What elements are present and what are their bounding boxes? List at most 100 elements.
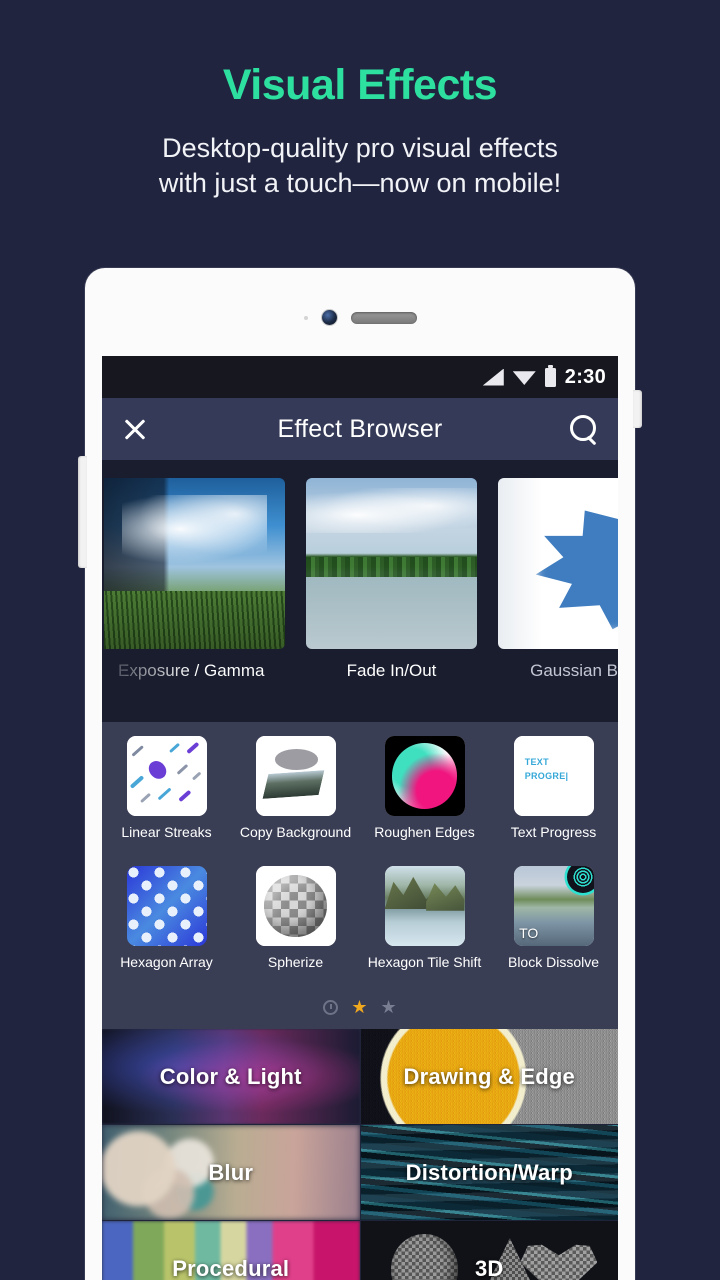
roughen-edges-preview-image bbox=[384, 736, 465, 816]
category-row: Blur Distortion/Warp bbox=[102, 1125, 618, 1221]
carousel-item-label: Fade In/Out bbox=[346, 661, 437, 680]
carousel-thumbnail[interactable] bbox=[306, 478, 477, 649]
effect-item-block-dissolve[interactable]: TO Block Dissolve bbox=[489, 866, 618, 988]
gaussian-blur-preview-image bbox=[498, 478, 618, 649]
preview-text-line-1: TEXT bbox=[524, 757, 549, 767]
paint-ball-icon bbox=[391, 743, 458, 809]
phone-screen: 2:30 Effect Browser Exposure / Gamma Fad… bbox=[102, 356, 618, 1280]
effect-thumbnail[interactable] bbox=[255, 866, 336, 946]
promo-header: Visual Effects Desktop-quality pro visua… bbox=[0, 0, 720, 200]
promo-subtitle: Desktop-quality pro visual effects with … bbox=[0, 131, 720, 200]
effect-thumbnail[interactable] bbox=[384, 866, 465, 946]
effect-item-label: Copy Background bbox=[239, 824, 352, 840]
category-tile-blur[interactable]: Blur bbox=[102, 1125, 361, 1221]
proximity-sensor-icon bbox=[303, 315, 308, 320]
category-tile-distortion-warp[interactable]: Distortion/Warp bbox=[360, 1125, 618, 1221]
promo-subtitle-line-2: with just a touch—now on mobile! bbox=[158, 167, 562, 198]
text-progress-preview-image: TEXT PROGRE| bbox=[513, 736, 594, 816]
background-plane-icon bbox=[259, 767, 327, 801]
spherize-preview-image bbox=[255, 866, 336, 946]
effect-thumbnail[interactable]: TEXT PROGRE| bbox=[513, 736, 594, 816]
fade-in-out-preview-image bbox=[306, 478, 477, 649]
text-progress-preview-text: TEXT PROGRE| bbox=[525, 756, 569, 783]
hexagon-tile-shift-preview-image bbox=[384, 866, 465, 946]
effect-item-spherize[interactable]: Spherize bbox=[231, 866, 360, 988]
earpiece-speaker bbox=[350, 311, 417, 324]
phone-sensor-row bbox=[85, 310, 635, 325]
effect-grid-panel: Linear Streaks Copy Background Roughen E… bbox=[102, 722, 618, 1029]
effect-item-text-progress[interactable]: TEXT PROGRE| Text Progress bbox=[489, 736, 618, 858]
star-shape-icon bbox=[535, 498, 618, 630]
effect-item-label: Hexagon Array bbox=[120, 954, 213, 970]
close-icon[interactable] bbox=[120, 414, 150, 444]
effect-item-label: Block Dissolve bbox=[507, 954, 600, 970]
effect-item-label: Hexagon Tile Shift bbox=[367, 954, 482, 970]
effect-item-hexagon-tile-shift[interactable]: Hexagon Tile Shift bbox=[360, 866, 489, 988]
streak-blob-icon bbox=[145, 757, 171, 783]
ellipse-shape-icon bbox=[274, 748, 318, 770]
category-tile-3d[interactable]: 3D bbox=[360, 1221, 618, 1280]
category-label: Distortion/Warp bbox=[405, 1159, 573, 1185]
pager-indicators[interactable]: ★ ★ bbox=[102, 988, 618, 1029]
category-row: Procedural 3D bbox=[102, 1221, 618, 1280]
effect-item-label: Spherize bbox=[267, 954, 324, 970]
effect-thumbnail[interactable] bbox=[255, 736, 336, 816]
exposure-gamma-preview-image bbox=[104, 478, 285, 649]
promo-subtitle-line-1: Desktop-quality pro visual effects bbox=[162, 133, 558, 164]
phone-device-frame: 2:30 Effect Browser Exposure / Gamma Fad… bbox=[78, 268, 642, 1280]
carousel-item-exposure-gamma[interactable]: Exposure / Gamma bbox=[104, 478, 285, 681]
app-bar-title: Effect Browser bbox=[277, 414, 443, 443]
copy-background-preview-image bbox=[255, 736, 336, 816]
category-row: Color & Light Drawing & Edge bbox=[102, 1029, 618, 1125]
effect-item-copy-background[interactable]: Copy Background bbox=[231, 736, 360, 858]
front-camera-icon bbox=[321, 310, 337, 325]
category-label: 3D bbox=[474, 1255, 504, 1280]
signal-icon bbox=[482, 368, 504, 386]
star-outline-icon[interactable]: ★ bbox=[381, 998, 397, 1016]
effect-item-hexagon-array[interactable]: Hexagon Array bbox=[102, 866, 231, 988]
featured-carousel[interactable]: Exposure / Gamma Fade In/Out Gaussian Bl… bbox=[102, 460, 618, 722]
effect-item-roughen-edges[interactable]: Roughen Edges bbox=[360, 736, 489, 858]
effect-item-linear-streaks[interactable]: Linear Streaks bbox=[102, 736, 231, 858]
effect-thumbnail[interactable]: TO bbox=[513, 866, 594, 946]
carousel-thumbnail[interactable] bbox=[104, 478, 285, 649]
carousel-item-gaussian-blur[interactable]: Gaussian Blur bbox=[498, 478, 618, 681]
carousel-track[interactable]: Exposure / Gamma Fade In/Out Gaussian Bl… bbox=[102, 460, 618, 681]
carousel-thumbnail[interactable] bbox=[498, 478, 618, 649]
category-tile-procedural[interactable]: Procedural bbox=[102, 1221, 361, 1280]
status-bar: 2:30 bbox=[102, 356, 618, 398]
category-tile-grid: Color & Light Drawing & Edge Blur Distor… bbox=[102, 1029, 618, 1280]
category-label: Drawing & Edge bbox=[403, 1063, 575, 1089]
carousel-item-label: Gaussian Blur bbox=[530, 661, 618, 680]
effect-item-label: Text Progress bbox=[510, 824, 597, 840]
linear-streaks-preview-image bbox=[126, 736, 207, 816]
power-button[interactable] bbox=[633, 390, 642, 428]
search-icon[interactable] bbox=[570, 415, 598, 443]
category-label: Blur bbox=[208, 1159, 254, 1185]
status-bar-clock: 2:30 bbox=[564, 365, 606, 388]
effect-thumbnail[interactable] bbox=[126, 866, 207, 946]
preview-overlay-text: TO bbox=[519, 925, 539, 942]
effect-item-label: Roughen Edges bbox=[374, 824, 475, 840]
preview-text-line-2: PROGRE| bbox=[524, 770, 569, 781]
category-label: Color & Light bbox=[159, 1063, 302, 1089]
page-title: Visual Effects bbox=[222, 61, 498, 109]
volume-button[interactable] bbox=[78, 456, 87, 568]
clock-icon[interactable] bbox=[323, 999, 339, 1015]
sphere-icon bbox=[264, 874, 327, 938]
concentric-rings-icon bbox=[571, 866, 594, 888]
hexagon-array-preview-image bbox=[126, 866, 207, 946]
category-tile-color-and-light[interactable]: Color & Light bbox=[102, 1029, 361, 1125]
effect-item-label: Linear Streaks bbox=[121, 824, 212, 840]
star-filled-icon[interactable]: ★ bbox=[351, 998, 367, 1016]
effect-thumbnail[interactable] bbox=[126, 736, 207, 816]
wifi-icon bbox=[512, 371, 536, 385]
app-bar: Effect Browser bbox=[102, 398, 618, 460]
effect-grid-row: Linear Streaks Copy Background Roughen E… bbox=[102, 736, 618, 858]
carousel-item-label: Exposure / Gamma bbox=[114, 661, 285, 681]
effect-thumbnail[interactable] bbox=[384, 736, 465, 816]
category-tile-drawing-and-edge[interactable]: Drawing & Edge bbox=[360, 1029, 618, 1125]
effect-grid-row: Hexagon Array Spherize Hexagon Tile Shif… bbox=[102, 866, 618, 988]
category-label: Procedural bbox=[172, 1255, 290, 1280]
carousel-item-fade-in-out[interactable]: Fade In/Out bbox=[306, 478, 477, 681]
